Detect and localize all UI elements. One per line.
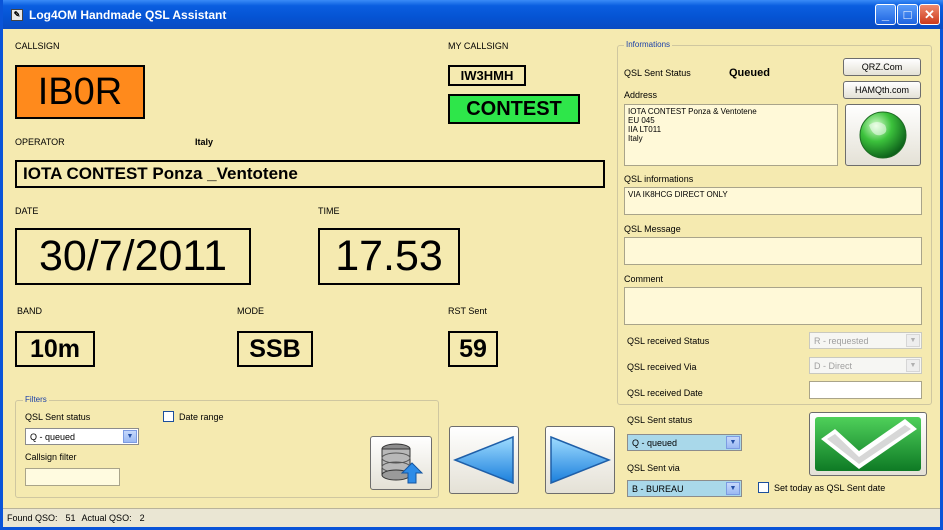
qsl-info-field[interactable]: VIA IK8HCG DIRECT ONLY [624,187,922,215]
country-value: Italy [195,137,214,147]
contest-badge: CONTEST [448,94,580,124]
rcvd-date-input[interactable] [809,381,922,399]
filters-title: Filters [23,395,49,404]
chevron-down-icon: ▼ [726,436,740,449]
info-sent-status-label: QSL Sent Status [624,68,691,78]
rst-value: 59 [448,331,498,367]
previous-button[interactable] [449,426,519,494]
status-bar: Found QSO: 51 Actual QSO: 2 [3,508,940,527]
minimize-button[interactable]: _ [875,4,896,25]
rcvd-via-label: QSL received Via [627,362,697,372]
chevron-down-icon: ▼ [906,359,920,372]
maximize-button[interactable]: □ [897,4,918,25]
band-label: BAND [17,306,43,316]
chevron-down-icon: ▼ [123,430,137,443]
info-sent-status-value: Queued [729,67,770,79]
band-value: 10m [15,331,95,367]
comment-field[interactable] [624,287,922,325]
hamqth-button[interactable]: HAMQth.com [843,81,921,99]
qsl-message-label: QSL Message [624,224,681,234]
date-range-checkbox[interactable] [163,411,174,422]
callsign-value: IB0R [15,65,145,119]
database-upload-button[interactable] [370,436,432,490]
send-status-select[interactable]: Q - queued ▼ [627,434,742,451]
comment-label: Comment [624,274,664,284]
mode-value: SSB [237,331,313,367]
app-icon: ✎ [11,8,23,21]
mode-label: MODE [237,306,264,316]
checkmark-icon [815,417,921,471]
set-today-checkbox[interactable] [758,482,769,493]
found-qso-label: Found QSO: [7,513,58,523]
time-value: 17.53 [318,228,460,285]
arrow-left-icon [453,435,514,485]
informations-title: Informations [624,40,673,49]
globe-button[interactable] [845,104,921,166]
time-label: TIME [318,206,340,216]
address-field[interactable]: IOTA CONTEST Ponza & Ventotene EU 045 II… [624,104,838,166]
rcvd-via-select[interactable]: D - Direct ▼ [809,357,922,374]
rcvd-status-label: QSL received Status [627,336,710,346]
chevron-down-icon: ▼ [726,482,740,495]
confirm-button[interactable] [809,412,927,476]
next-button[interactable] [545,426,615,494]
titlebar: ✎ Log4OM Handmade QSL Assistant _ □ ✕ [3,0,943,29]
close-button[interactable]: ✕ [919,4,940,25]
send-status-value: Q - queued [632,437,678,448]
send-via-value: B - BUREAU [632,483,684,494]
filter-sent-status-label: QSL Sent status [25,412,91,422]
callsign-label: CALLSIGN [15,41,60,51]
rcvd-date-label: QSL received Date [627,388,703,398]
window-title: Log4OM Handmade QSL Assistant [29,7,227,22]
database-upload-icon [381,443,424,484]
app-window: ✎ Log4OM Handmade QSL Assistant _ □ ✕ CA… [0,0,943,530]
chevron-down-icon: ▼ [906,334,920,347]
date-value: 30/7/2011 [15,228,251,285]
address-label: Address [624,90,658,100]
my-callsign-value: IW3HMH [448,65,526,86]
date-label: DATE [15,206,39,216]
filter-sent-status-value: Q - queued [30,431,76,442]
qrz-button[interactable]: QRZ.Com [843,58,921,76]
actual-qso-label: Actual QSO: [81,513,132,523]
rst-label: RST Sent [448,306,487,316]
arrow-right-icon [550,435,611,485]
date-range-label: Date range [179,412,224,422]
rcvd-status-value: R - requested [814,335,869,346]
rcvd-status-select[interactable]: R - requested ▼ [809,332,922,349]
globe-icon [859,111,907,159]
qsl-message-field[interactable] [624,237,922,265]
operator-name-value: IOTA CONTEST Ponza _Ventotene [15,160,605,188]
callsign-filter-label: Callsign filter [25,452,77,462]
found-qso-value: 51 [65,513,76,523]
filter-sent-status-select[interactable]: Q - queued ▼ [25,428,139,445]
actual-qso-value: 2 [139,513,145,523]
send-via-select[interactable]: B - BUREAU ▼ [627,480,742,497]
callsign-filter-input[interactable] [25,468,120,486]
set-today-label: Set today as QSL Sent date [774,483,886,493]
my-callsign-label: MY CALLSIGN [448,41,509,51]
send-status-label: QSL Sent status [627,415,693,425]
operator-label: OPERATOR [15,137,65,147]
rcvd-via-value: D - Direct [814,360,852,371]
send-via-label: QSL Sent via [627,463,680,473]
qsl-info-label: QSL informations [624,174,694,184]
